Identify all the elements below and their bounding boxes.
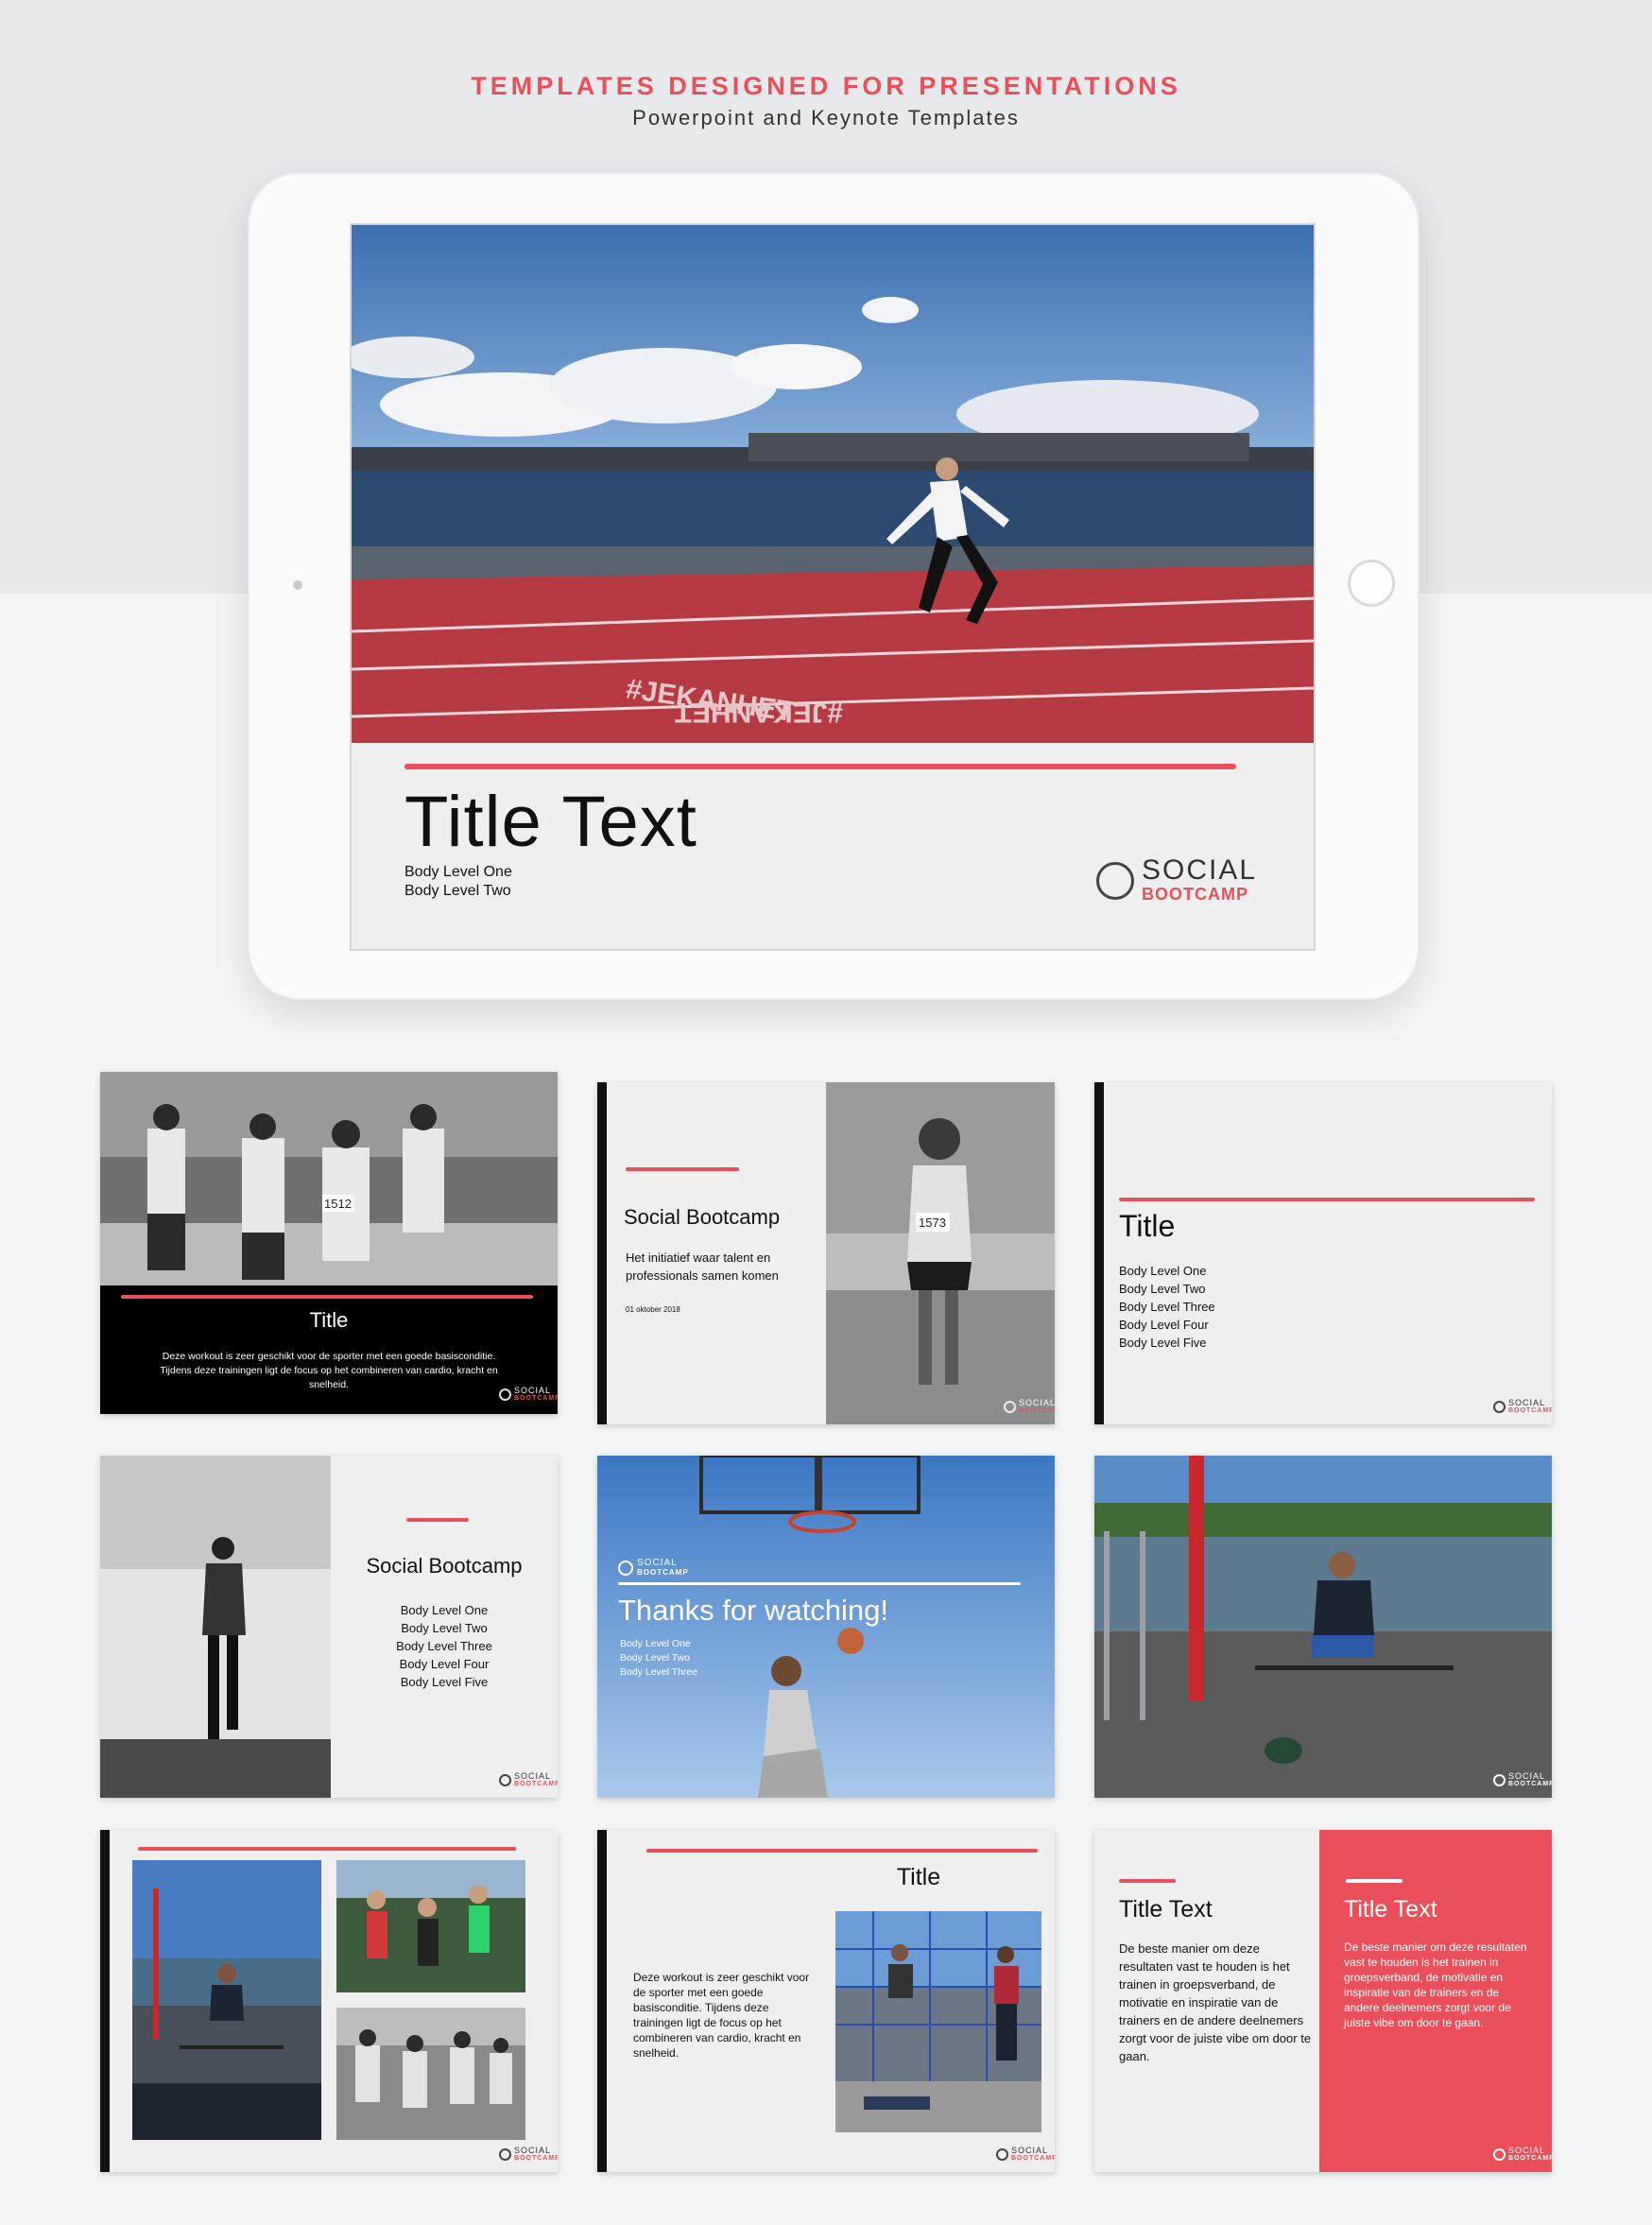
- group-photo: [336, 1860, 525, 1992]
- slide-title: Title: [896, 1864, 941, 1890]
- gym-photo-left: [132, 1860, 321, 2140]
- slide-body-1: Body Level One: [400, 1603, 489, 1617]
- accent-stroke: [1119, 1879, 1176, 1883]
- slide-body-2: Body Level Two: [1119, 1282, 1206, 1296]
- page-headline: TEMPLATES DESIGNED FOR PRESENTATIONS: [471, 72, 1181, 100]
- slide-body: Het initiatief waar talent en profession…: [626, 1250, 779, 1283]
- race-photo: [336, 2008, 525, 2140]
- social-bootcamp-logo: SOCIAL BOOTCAMP: [1493, 1398, 1552, 1417]
- slide-title: Title: [309, 1308, 349, 1332]
- slide-body-2: Body Level Two: [404, 883, 511, 899]
- slide-body-1: Body Level One: [404, 864, 512, 880]
- slide-thumb-8[interactable]: Title Deze workout is zeer geschikt voor…: [597, 1830, 1055, 2172]
- slide-date: 01 oktober 2018: [626, 1305, 680, 1314]
- slide-thumb-5[interactable]: SOCIAL BOOTCAMP Thanks for watching! Bod…: [597, 1456, 1055, 1798]
- slide-thumb-4[interactable]: Social Bootcamp Body Level One Body Leve…: [100, 1456, 558, 1798]
- slide-thumb-9[interactable]: Title Text De beste manier om deze resul…: [1094, 1830, 1552, 2172]
- slide-title: Social Bootcamp: [366, 1554, 523, 1578]
- slide-body-1: Body Level One: [1119, 1264, 1207, 1278]
- slide-body-2: Body Level Two: [620, 1652, 690, 1664]
- slide-thumb-1[interactable]: 1512 Title Deze workout is zeer geschikt…: [100, 1072, 558, 1414]
- social-bootcamp-logo: SOCIAL BOOTCAMP: [1096, 853, 1276, 906]
- slide-thumb-7[interactable]: SOCIAL BOOTCAMP: [100, 1830, 558, 2172]
- slide-body-2: Body Level Two: [401, 1621, 488, 1635]
- main-slide-preview[interactable]: #JEKANHET #JEKANHET Title Text Body Leve…: [350, 223, 1316, 951]
- accent-stroke: [618, 1582, 1021, 1585]
- accent-stroke: [138, 1847, 516, 1851]
- social-bootcamp-logo: SOCIAL BOOTCAMP: [499, 2146, 558, 2165]
- slide-body-4: Body Level Four: [1119, 1318, 1209, 1332]
- fence-training-photo: [835, 1911, 1041, 2132]
- slide-body: Deze workout is zeer geschikt voor de sp…: [160, 1351, 498, 1390]
- slide-body-3: Body Level Three: [396, 1639, 492, 1653]
- social-bootcamp-logo: SOCIAL BOOTCAMP: [618, 1558, 688, 1578]
- slide-title: Title Text: [404, 782, 697, 862]
- accent-stroke: [646, 1849, 1038, 1853]
- runner-woman-photo: 1573: [826, 1082, 1055, 1424]
- tablet-mockup: #JEKANHET #JEKANHET Title Text Body Leve…: [248, 172, 1420, 1000]
- slide-title: Social Bootcamp: [624, 1205, 781, 1229]
- marathon-photo: 1512: [100, 1072, 558, 1285]
- slide-body: Deze workout is zeer geschikt voor de sp…: [633, 1971, 810, 2060]
- slide-body-4: Body Level Four: [399, 1657, 490, 1671]
- slide-body-1: Body Level One: [620, 1638, 691, 1649]
- slide-left-bar: [1094, 1082, 1104, 1424]
- barbell-photo: [1094, 1456, 1552, 1798]
- slide-body-5: Body Level Five: [400, 1675, 489, 1689]
- tablet-home-button[interactable]: [1348, 560, 1395, 607]
- slide-title-right: Title Text: [1344, 1896, 1437, 1923]
- accent-stroke: [1119, 1198, 1535, 1201]
- slide-body-left: De beste manier om deze resultaten vast …: [1119, 1941, 1312, 2063]
- runner-photo: #JEKANHET #JEKANHET: [352, 225, 1314, 743]
- slide-title: Title: [1119, 1209, 1176, 1243]
- slide-body-5: Body Level Five: [1119, 1336, 1207, 1350]
- slide-thumb-6[interactable]: SOCIAL BOOTCAMP: [1094, 1456, 1552, 1798]
- slide-thumb-2[interactable]: Social Bootcamp Het initiatief waar tale…: [597, 1082, 1055, 1424]
- handshake-icon: [1096, 862, 1134, 900]
- slide-body-3: Body Level Three: [620, 1666, 698, 1678]
- accent-stroke: [404, 764, 1236, 769]
- accent-stroke: [406, 1518, 469, 1522]
- social-bootcamp-logo: SOCIAL BOOTCAMP: [499, 1771, 558, 1790]
- slide-thumb-3[interactable]: Title Body Level One Body Level Two Body…: [1094, 1082, 1552, 1424]
- svg-text:1512: 1512: [324, 1197, 352, 1211]
- hiker-photo: [100, 1456, 331, 1798]
- social-bootcamp-logo: SOCIAL BOOTCAMP: [1004, 1398, 1055, 1417]
- slide-left-bar: [597, 1830, 607, 2172]
- slide-title: Thanks for watching!: [618, 1594, 889, 1627]
- accent-stroke-light: [1346, 1879, 1402, 1883]
- social-bootcamp-logo: SOCIAL BOOTCAMP: [1493, 1771, 1552, 1790]
- accent-stroke: [626, 1167, 739, 1171]
- slide-body-3: Body Level Three: [1119, 1300, 1215, 1314]
- slide-body-right: De beste manier om deze resultaten vast …: [1344, 1940, 1527, 2029]
- accent-stroke: [121, 1295, 533, 1299]
- slide-left-bar: [100, 1830, 110, 2172]
- slide-title-left: Title Text: [1119, 1896, 1213, 1923]
- slide-left-bar: [597, 1082, 607, 1424]
- svg-text:1573: 1573: [919, 1216, 946, 1230]
- social-bootcamp-logo: SOCIAL BOOTCAMP: [996, 2146, 1055, 2165]
- social-bootcamp-logo: SOCIAL BOOTCAMP: [1493, 2146, 1552, 2165]
- page-subheadline: Powerpoint and Keynote Templates: [632, 106, 1020, 129]
- social-bootcamp-logo: SOCIAL BOOTCAMP: [499, 1386, 558, 1405]
- tablet-camera: [293, 580, 302, 590]
